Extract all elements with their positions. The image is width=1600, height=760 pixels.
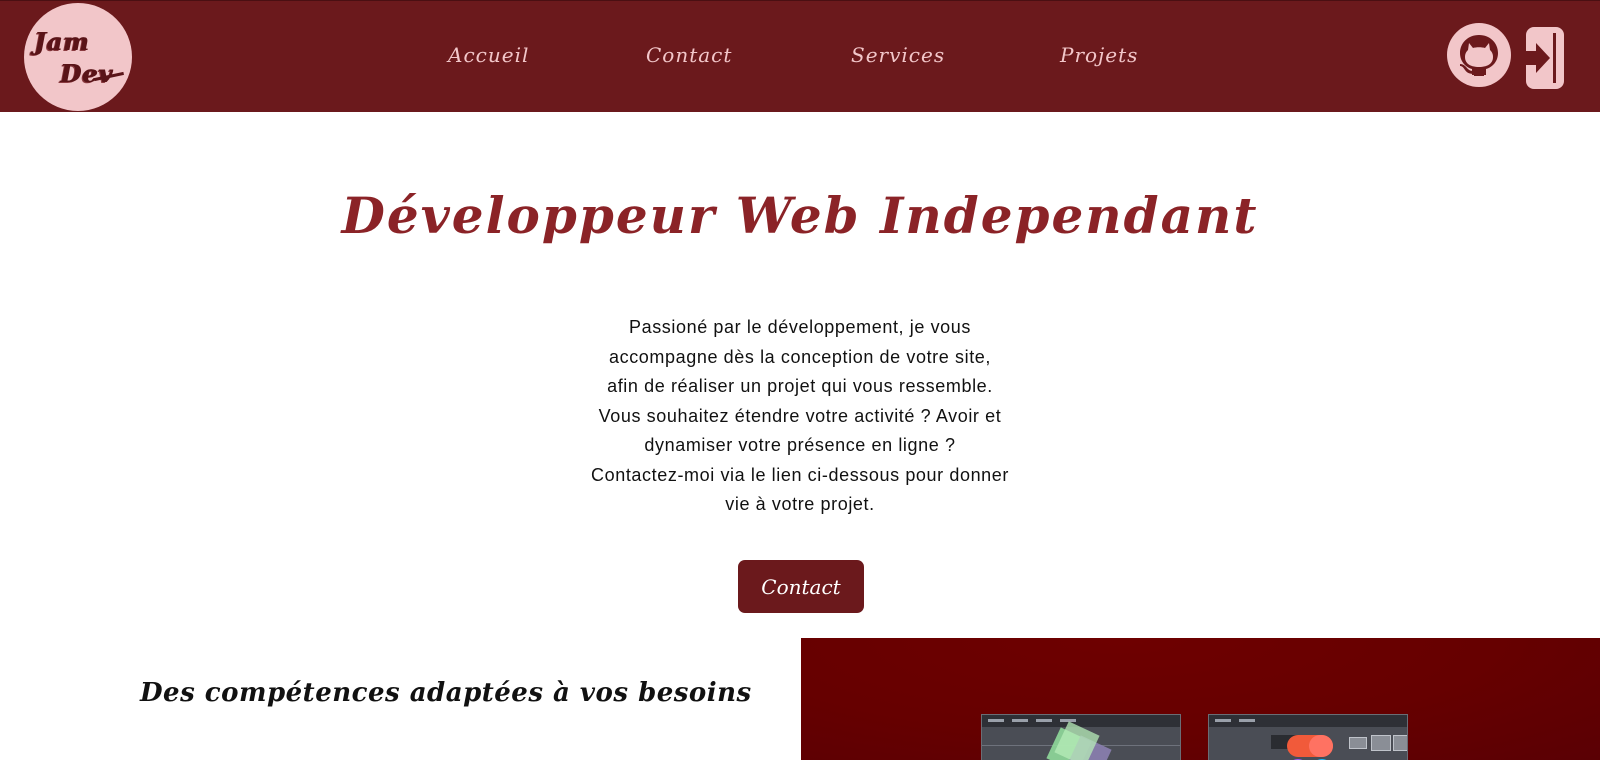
contact-cta-button[interactable]: Contact	[738, 560, 864, 613]
hero-text-line: dynamiser votre présence en ligne ?	[644, 435, 956, 455]
figma-logo-icon	[1287, 735, 1333, 757]
screenshot-frame	[1371, 735, 1391, 751]
skills-section-title: Des compétences adaptées à vos besoins	[140, 678, 752, 708]
nav-link-accueil[interactable]: Accueil	[448, 43, 529, 67]
nav-link-contact[interactable]: Contact	[646, 43, 732, 67]
skills-showcase-panel	[801, 638, 1600, 760]
login-button[interactable]	[1526, 27, 1564, 89]
github-icon	[1460, 35, 1498, 76]
hero-text-line: Passioné par le développement, je vous	[628, 317, 971, 337]
figma-screenshot[interactable]	[1208, 714, 1408, 760]
screenshot-frame	[1393, 735, 1407, 751]
screenshot-frame	[1349, 737, 1367, 749]
hero-text-line: accompagne dès la conception de votre si…	[608, 346, 992, 367]
screenshot-toolbar	[1209, 715, 1407, 727]
hero-title: Développeur Web Independant	[341, 186, 1259, 245]
main-nav: Accueil Contact Services Projets	[0, 43, 1600, 73]
screenshot-toolbar	[982, 715, 1180, 727]
login-arrow-icon	[1526, 33, 1556, 83]
project-screenshot[interactable]	[981, 714, 1181, 760]
hero-text-line: afin de réaliser un projet qui vous ress…	[607, 376, 993, 396]
github-link[interactable]	[1447, 23, 1511, 87]
hero-description: Passioné par le développement, je vous a…	[540, 313, 1060, 520]
hero-text-line: vie à votre projet.	[725, 494, 875, 514]
hero-text-line: Contactez-moi via le lien ci-dessous pou…	[591, 464, 1009, 485]
nav-link-projets[interactable]: Projets	[1060, 43, 1138, 67]
site-header: Jam Dev Accueil Contact Services Projets	[0, 0, 1600, 112]
nav-link-services[interactable]: Services	[851, 43, 945, 67]
hero-text-line: Vous souhaitez étendre votre activité ? …	[598, 405, 1002, 426]
